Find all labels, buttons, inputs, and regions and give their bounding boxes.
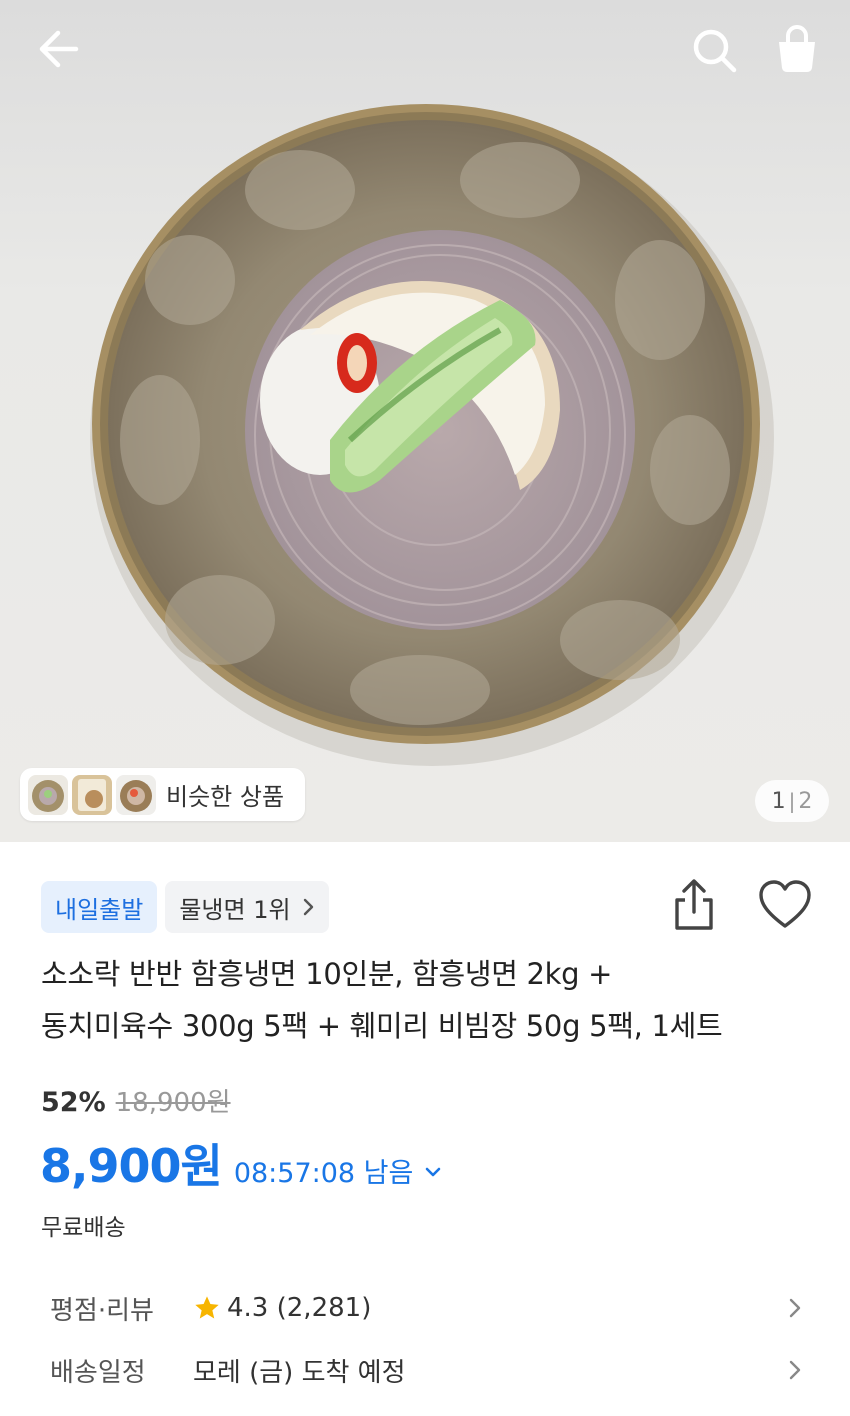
chevron-right-icon <box>789 1360 801 1380</box>
similar-thumb-3 <box>116 774 156 815</box>
price-row: 8,900원 08:57:08 남음 <box>40 1130 443 1196</box>
rating-label: 평점·리뷰 <box>50 1295 154 1326</box>
product-title: 소소락 반반 함흥냉면 10인분, 함흥냉면 2kg + 동치미육수 300g … <box>41 948 831 1052</box>
star-icon <box>195 1296 219 1319</box>
share-button[interactable] <box>668 876 720 934</box>
current-page: 1 <box>771 788 786 814</box>
chevron-right-icon <box>303 898 313 916</box>
discount-row: 52% 18,900원 <box>41 1082 231 1119</box>
similar-products-button[interactable]: 비슷한 상품 <box>20 768 305 821</box>
product-title-line-1: 소소락 반반 함흥냉면 10인분, 함흥냉면 2kg + <box>41 957 613 991</box>
product-title-line-2: 동치미육수 300g 5팩 + 훼미리 비빔장 50g 5팩, 1세트 <box>41 1009 723 1043</box>
shopping-bag-icon <box>779 25 815 72</box>
similar-thumb-2 <box>72 774 112 815</box>
rating-value-wrap: 4.3 (2,281) <box>193 1293 371 1323</box>
wishlist-button[interactable] <box>756 878 814 932</box>
search-icon <box>693 29 737 73</box>
rating-review-row[interactable]: 평점·리뷰 4.3 (2,281) <box>0 1278 850 1338</box>
product-photo <box>90 104 774 766</box>
deal-timer[interactable]: 08:57:08 남음 <box>234 1151 414 1190</box>
product-badges: 내일출발 물냉면 1위 <box>41 881 329 933</box>
share-icon <box>675 879 713 930</box>
category-rank-label: 물냉면 1위 <box>179 895 291 924</box>
discount-rate: 52% <box>41 1087 106 1118</box>
sale-price: 8,900원 <box>40 1139 223 1193</box>
arrow-left-icon <box>39 30 79 68</box>
back-button[interactable] <box>28 22 88 76</box>
total-pages: 2 <box>798 788 813 814</box>
free-shipping-label: 무료배송 <box>41 1215 126 1241</box>
delivery-schedule-row[interactable]: 배송일정 모레 (금) 도착 예정 <box>0 1340 850 1400</box>
original-price: 18,900원 <box>115 1088 231 1118</box>
page-separator: | <box>788 789 796 813</box>
category-rank-badge[interactable]: 물냉면 1위 <box>165 881 329 933</box>
cart-button[interactable] <box>768 20 826 78</box>
rating-value: 4.3 (2,281) <box>227 1293 372 1323</box>
image-page-counter: 1 | 2 <box>755 780 829 822</box>
heart-icon <box>759 880 811 928</box>
chevron-down-icon[interactable] <box>423 1162 443 1182</box>
delivery-label: 배송일정 <box>50 1357 146 1388</box>
delivery-value: 모레 (금) 도착 예정 <box>193 1357 406 1388</box>
search-button[interactable] <box>686 22 742 78</box>
chevron-right-icon <box>789 1298 801 1318</box>
tomorrow-dispatch-badge: 내일출발 <box>41 881 158 933</box>
similar-products-label: 비슷한 상품 <box>166 783 285 811</box>
tomorrow-dispatch-label: 내일출발 <box>55 895 144 924</box>
product-image-gallery[interactable]: 비슷한 상품 1 | 2 <box>0 0 850 842</box>
similar-thumb-1 <box>28 774 68 815</box>
